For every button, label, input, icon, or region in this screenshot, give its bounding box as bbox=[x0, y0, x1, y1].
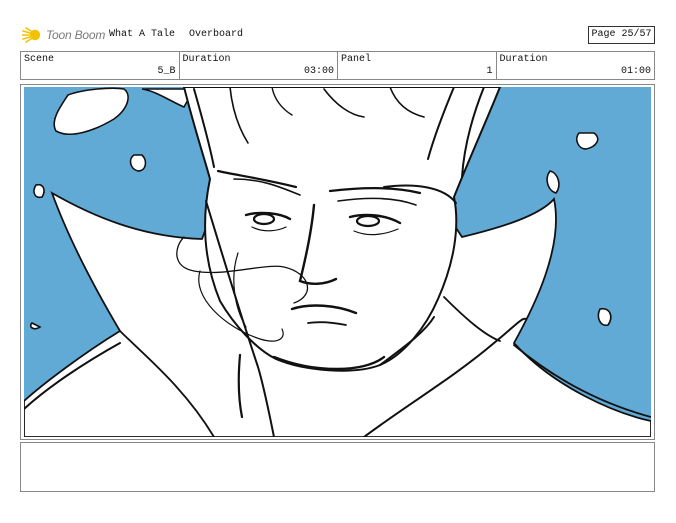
panel-notes-box bbox=[20, 442, 655, 492]
scene-duration-label: Duration bbox=[182, 54, 231, 65]
storyboard-panel-frame bbox=[20, 84, 655, 440]
logo-text: Toon Boom bbox=[46, 28, 106, 42]
panel-cell: Panel 1 bbox=[338, 52, 497, 79]
panel-duration-cell: Duration 01:00 bbox=[497, 52, 655, 79]
storyboard-sketch bbox=[24, 87, 651, 437]
panel-duration-label: Duration bbox=[499, 54, 548, 65]
sun-logo-icon bbox=[22, 27, 41, 43]
scene-cell: Scene 5_B bbox=[21, 52, 180, 79]
scene-duration-cell: Duration 03:00 bbox=[180, 52, 338, 79]
panel-value: 1 bbox=[486, 66, 493, 77]
toon-boom-logo: Toon Boom bbox=[22, 25, 105, 45]
panel-duration-value: 01:00 bbox=[620, 66, 651, 77]
scene-duration-value: 03:00 bbox=[303, 66, 334, 77]
scene-value: 5_B bbox=[157, 66, 176, 77]
page-counter: Page 25/57 bbox=[588, 26, 655, 44]
episode-title: Overboard bbox=[189, 29, 244, 40]
scene-label: Scene bbox=[24, 54, 55, 65]
panel-label: Panel bbox=[341, 54, 372, 65]
project-title: What A Tale bbox=[109, 29, 176, 40]
panel-info-row: Scene 5_B Duration 03:00 Panel 1 Duratio… bbox=[20, 51, 655, 80]
